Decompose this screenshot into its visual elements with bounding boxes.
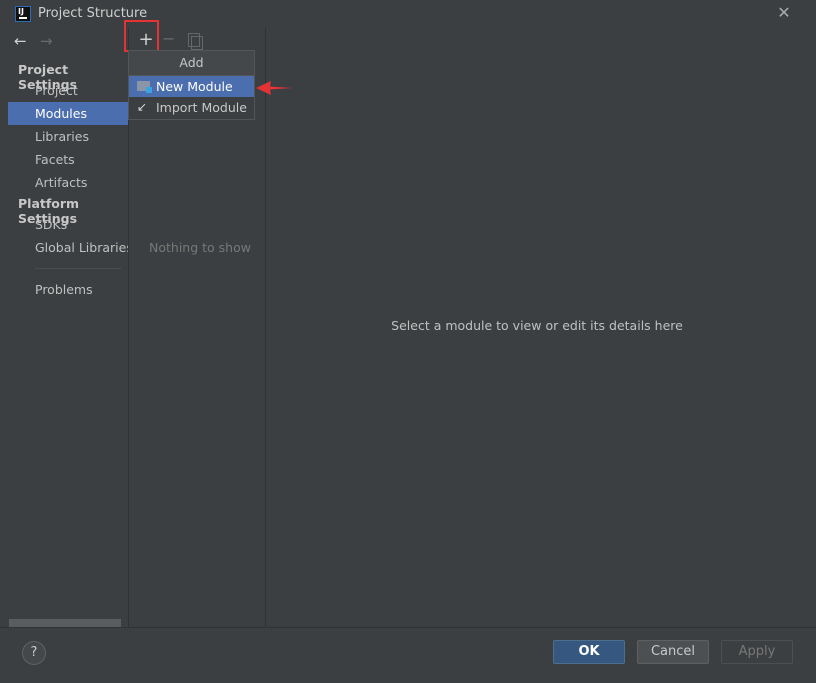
intellij-logo-icon: IJ [15, 6, 31, 22]
empty-list-text: Nothing to show [149, 240, 251, 255]
title-bar: IJ Project Structure ✕ [0, 0, 816, 28]
import-icon: ↙ [137, 100, 148, 114]
sidebar-item-problems[interactable]: Problems [8, 278, 128, 301]
folder-module-icon [137, 81, 152, 93]
sidebar-item-libraries[interactable]: Libraries [8, 125, 128, 148]
annotation-highlight-box [124, 20, 159, 52]
dialog-footer: ? OK Cancel Apply [0, 627, 816, 683]
sidebar-item-facets[interactable]: Facets [8, 148, 128, 171]
window-title: Project Structure [38, 6, 148, 21]
sidebar-item-global-libraries[interactable]: Global Libraries [8, 236, 133, 259]
sidebar-item-modules[interactable]: Modules [8, 102, 128, 125]
add-popup-menu: Add New Module ↙ Import Module [128, 50, 255, 120]
sidebar-item-sdks[interactable]: SDKs [8, 213, 128, 236]
menu-item-import-module[interactable]: ↙ Import Module [129, 97, 254, 118]
close-icon[interactable]: ✕ [775, 3, 793, 23]
sidebar-divider [35, 268, 121, 269]
settings-sidebar: ← → Project Settings Project Modules Lib… [8, 28, 133, 627]
remove-icon[interactable]: − [162, 29, 175, 48]
menu-item-label: New Module [156, 79, 233, 94]
sidebar-horizontal-scrollbar[interactable] [9, 619, 121, 627]
apply-button[interactable]: Apply [721, 640, 793, 664]
help-button[interactable]: ? [22, 641, 46, 665]
menu-item-new-module[interactable]: New Module [129, 76, 254, 97]
module-details-pane: Select a module to view or edit its deta… [266, 28, 808, 627]
cancel-button[interactable]: Cancel [637, 640, 709, 664]
annotation-arrow-icon [256, 81, 292, 95]
back-arrow-icon[interactable]: ← [14, 32, 27, 50]
sidebar-item-project[interactable]: Project [8, 79, 128, 102]
popup-title: Add [129, 51, 254, 76]
sidebar-item-artifacts[interactable]: Artifacts [8, 171, 128, 194]
copy-icon[interactable] [188, 33, 203, 50]
ok-button[interactable]: OK [553, 640, 625, 664]
forward-arrow-icon[interactable]: → [40, 32, 53, 50]
menu-item-label: Import Module [156, 100, 247, 115]
details-hint-text: Select a module to view or edit its deta… [391, 318, 683, 333]
